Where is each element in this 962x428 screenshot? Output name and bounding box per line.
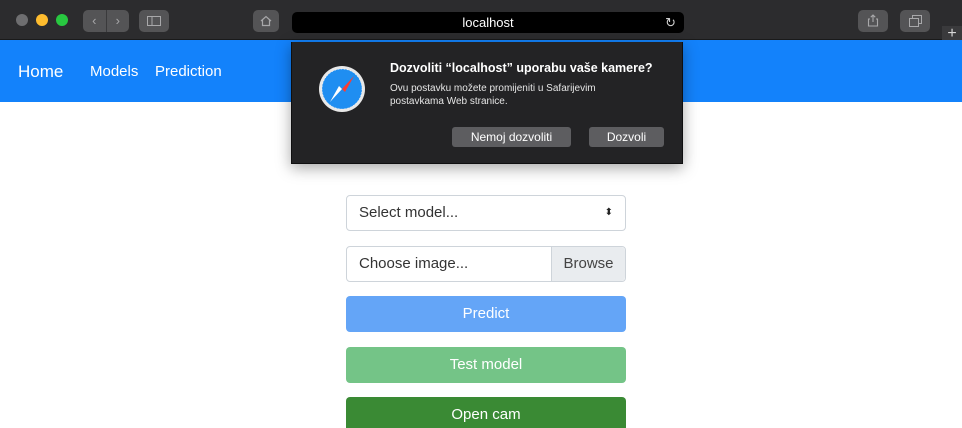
allow-button[interactable]: Dozvoli [589, 127, 664, 147]
sidebar-toggle-button[interactable] [139, 10, 169, 32]
safari-compass-icon [319, 66, 365, 112]
home-icon [260, 15, 272, 27]
select-arrows-icon: ⬍ [604, 207, 613, 218]
history-nav: ‹ › [83, 10, 129, 32]
sidebar-icon [147, 16, 161, 26]
browser-toolbar: ‹ › localhost ↻ + [0, 0, 962, 46]
share-icon [867, 14, 879, 27]
close-window-button[interactable] [16, 14, 28, 26]
dialog-title: Dozvoliti “localhost” uporabu vaše kamer… [390, 61, 653, 75]
home-button[interactable] [253, 10, 279, 32]
file-input-placeholder: Choose image... [359, 255, 469, 272]
address-text: localhost [462, 15, 514, 30]
browser-window: ‹ › localhost ↻ + Home Models Prediction… [0, 0, 962, 428]
open-cam-button[interactable]: Open cam [346, 397, 626, 428]
deny-button[interactable]: Nemoj dozvoliti [452, 127, 571, 147]
image-file-input[interactable]: Choose image... Browse [346, 246, 626, 282]
test-model-button[interactable]: Test model [346, 347, 626, 383]
browse-button[interactable]: Browse [551, 247, 625, 281]
dialog-text: Ovu postavku možete promijeniti u Safari… [390, 83, 596, 107]
predict-button[interactable]: Predict [346, 296, 626, 332]
model-select[interactable]: Select model... ⬍ [346, 195, 626, 231]
nav-link-models[interactable]: Models [90, 63, 138, 80]
camera-permission-dialog: Dozvoliti “localhost” uporabu vaše kamer… [291, 42, 683, 164]
reload-icon[interactable]: ↻ [665, 12, 676, 33]
tabs-overview-button[interactable] [900, 10, 930, 32]
share-button[interactable] [858, 10, 888, 32]
nav-link-prediction[interactable]: Prediction [155, 63, 222, 80]
address-bar[interactable]: localhost ↻ [292, 12, 684, 33]
zoom-window-button[interactable] [56, 14, 68, 26]
forward-icon[interactable]: › [105, 10, 130, 32]
back-icon[interactable]: ‹ [83, 10, 106, 32]
model-select-value: Select model... [359, 204, 459, 221]
tabs-icon [908, 15, 922, 27]
minimize-window-button[interactable] [36, 14, 48, 26]
nav-brand-home[interactable]: Home [18, 62, 63, 82]
